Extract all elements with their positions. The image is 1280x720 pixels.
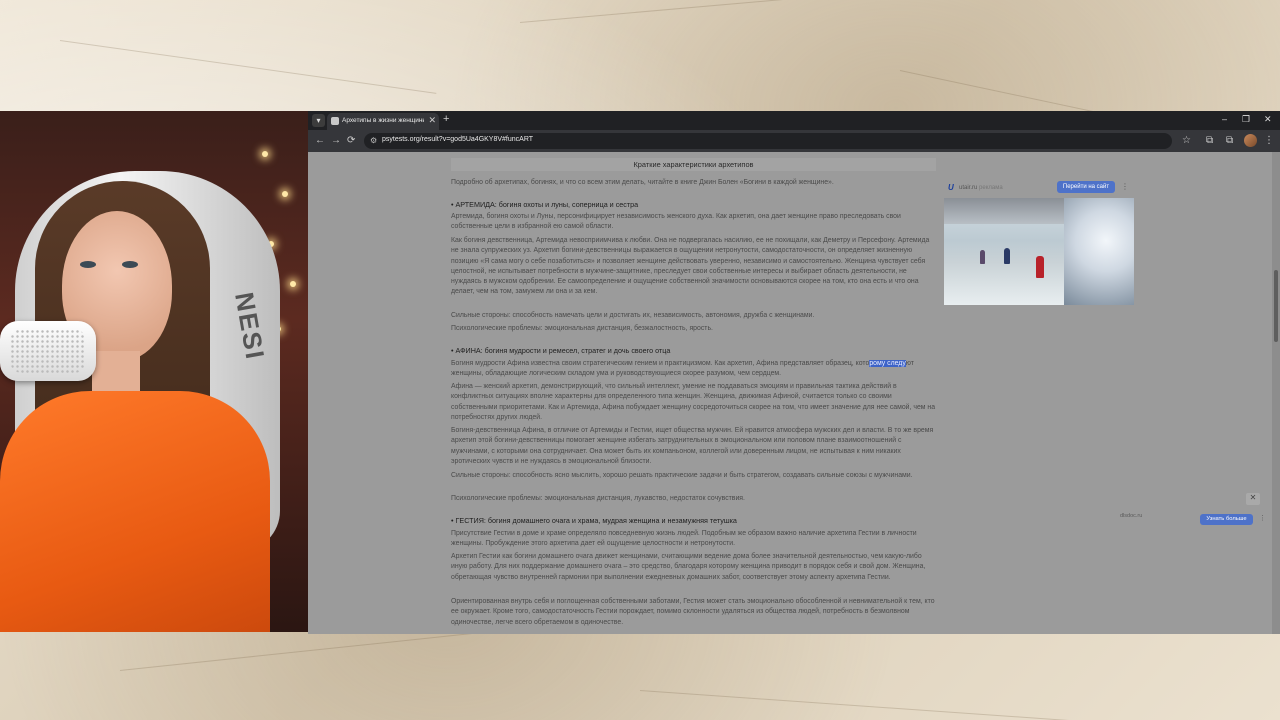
maximize-icon[interactable]: ❐	[1242, 114, 1250, 125]
athena-problems: Психологические проблемы: эмоциональная …	[451, 495, 745, 502]
bookmark-star-icon[interactable]: ☆	[1182, 135, 1191, 146]
traveler	[980, 250, 985, 264]
forward-icon[interactable]: →	[331, 135, 341, 146]
microphone	[0, 321, 96, 381]
athena-strengths: Сильные стороны: способность ясно мыслит…	[451, 472, 913, 479]
traveler	[1036, 256, 1044, 278]
side-panel-icon[interactable]: ⧉	[1226, 135, 1233, 146]
athena-paragraph-highlighted[interactable]: Богиня мудрости Афина известна своим стр…	[451, 359, 936, 380]
paper-crease	[59, 40, 437, 94]
article-heading: Краткие характеристики архетипов	[451, 158, 936, 171]
ad-menu-icon[interactable]: ⋮	[1121, 182, 1129, 191]
advertiser-logo-icon: U	[948, 183, 954, 192]
page-content: Краткие характеристики архетипов Подробн…	[308, 152, 1272, 634]
eye	[80, 261, 96, 268]
site-info-icon[interactable]: ⚙	[370, 136, 377, 145]
article-intro: Подробно об архетипах, богинях, и что со…	[451, 179, 834, 186]
ad-image-airport-terminal[interactable]	[944, 198, 1134, 305]
fairy-light	[262, 151, 268, 157]
hestia-paragraph: Присутствие Гестии в доме и храме опреде…	[451, 530, 917, 548]
back-icon[interactable]: ←	[315, 135, 325, 146]
ad-learn-more-button[interactable]: Узнать больше	[1200, 514, 1253, 525]
traveler	[1004, 248, 1010, 264]
fairy-light	[290, 281, 296, 287]
new-tab-icon[interactable]: +	[443, 113, 449, 125]
reload-icon[interactable]: ⟳	[347, 135, 355, 146]
hestia-paragraph: Ориентированная внутрь себя и поглощенна…	[451, 598, 935, 626]
christmas-tree	[1064, 198, 1134, 305]
webcam-feed: NESI	[0, 111, 308, 632]
athena-paragraph: Афина — женский архетип, демонстрирующий…	[451, 383, 936, 421]
athena-paragraph: Богиня-девственница Афина, в отличие от …	[451, 427, 934, 465]
page-favicon-icon	[331, 117, 339, 125]
archetype-title-artemis: • АРТЕМИДА: богиня охоты и луны, соперни…	[451, 200, 639, 209]
text-before-selection: Богиня мудрости Афина известна своим стр…	[451, 360, 870, 367]
browser-menu-icon[interactable]: ⋮	[1264, 135, 1274, 146]
ad-menu-icon[interactable]: ⋮	[1259, 514, 1266, 522]
ad-domain: dlsdoc.ru	[1120, 513, 1143, 519]
tab-search-dropdown[interactable]: ▾	[312, 114, 325, 127]
paper-crease	[639, 690, 1099, 720]
tab-bar: ▾ Архетипы в жизни женщины... ✕ + – ❐ ✕	[308, 111, 1280, 130]
scrollbar-thumb[interactable]	[1274, 270, 1278, 342]
fairy-light	[282, 191, 288, 197]
artemis-strengths: Сильные стороны: способность намечать це…	[451, 312, 815, 319]
close-tab-icon[interactable]: ✕	[428, 115, 436, 126]
close-window-icon[interactable]: ✕	[1264, 114, 1272, 125]
ad-visit-button[interactable]: Перейти на сайт	[1057, 181, 1115, 193]
sidebar-ad[interactable]: U utair.ru реклама Перейти на сайт ⋮	[944, 180, 1134, 308]
ad-label: реклама	[979, 185, 1003, 191]
paper-crease	[519, 0, 939, 23]
paper-crease	[119, 628, 518, 671]
ad-domain-name: utair.ru	[959, 185, 978, 191]
url-field[interactable]: ⚙ psytests.org/result?v=god5Ua4GKY8V#fun…	[364, 133, 1172, 149]
ad-domain: utair.ru реклама	[959, 185, 1003, 191]
tab-title: Архетипы в жизни женщины...	[342, 117, 424, 124]
orange-hoodie	[0, 391, 270, 632]
browser-window: ▾ Архетипы в жизни женщины... ✕ + – ❐ ✕ …	[308, 111, 1280, 634]
url-text: psytests.org/result?v=god5Ua4GKY8V#funcA…	[382, 136, 534, 143]
address-bar-row: ← → ⟳ ⚙ psytests.org/result?v=god5Ua4GKY…	[308, 130, 1280, 152]
tab-active[interactable]: Архетипы в жизни женщины... ✕	[327, 113, 439, 130]
artemis-paragraph: Как богиня девственница, Артемида невосп…	[451, 237, 930, 296]
extensions-icon[interactable]: ⧉	[1206, 135, 1213, 146]
hestia-paragraph: Архетип Гестии как богини домашнего очаг…	[451, 553, 926, 581]
selected-text[interactable]: рому следу	[869, 360, 906, 367]
ad-close-icon[interactable]: ✕	[1246, 493, 1260, 505]
minimize-icon[interactable]: –	[1222, 114, 1227, 124]
archetype-title-athena: • АФИНА: богиня мудрости и ремесел, стра…	[451, 346, 671, 355]
profile-avatar[interactable]	[1244, 134, 1257, 147]
archetype-title-hestia: • ГЕСТИЯ: богиня домашнего очага и храма…	[451, 516, 737, 525]
artemis-problems: Психологические проблемы: эмоциональная …	[451, 325, 713, 332]
eye	[122, 261, 138, 268]
page-scrollbar[interactable]	[1272, 152, 1280, 634]
artemis-paragraph: Артемида, богиня охоты и Луны, персонифи…	[451, 213, 901, 231]
